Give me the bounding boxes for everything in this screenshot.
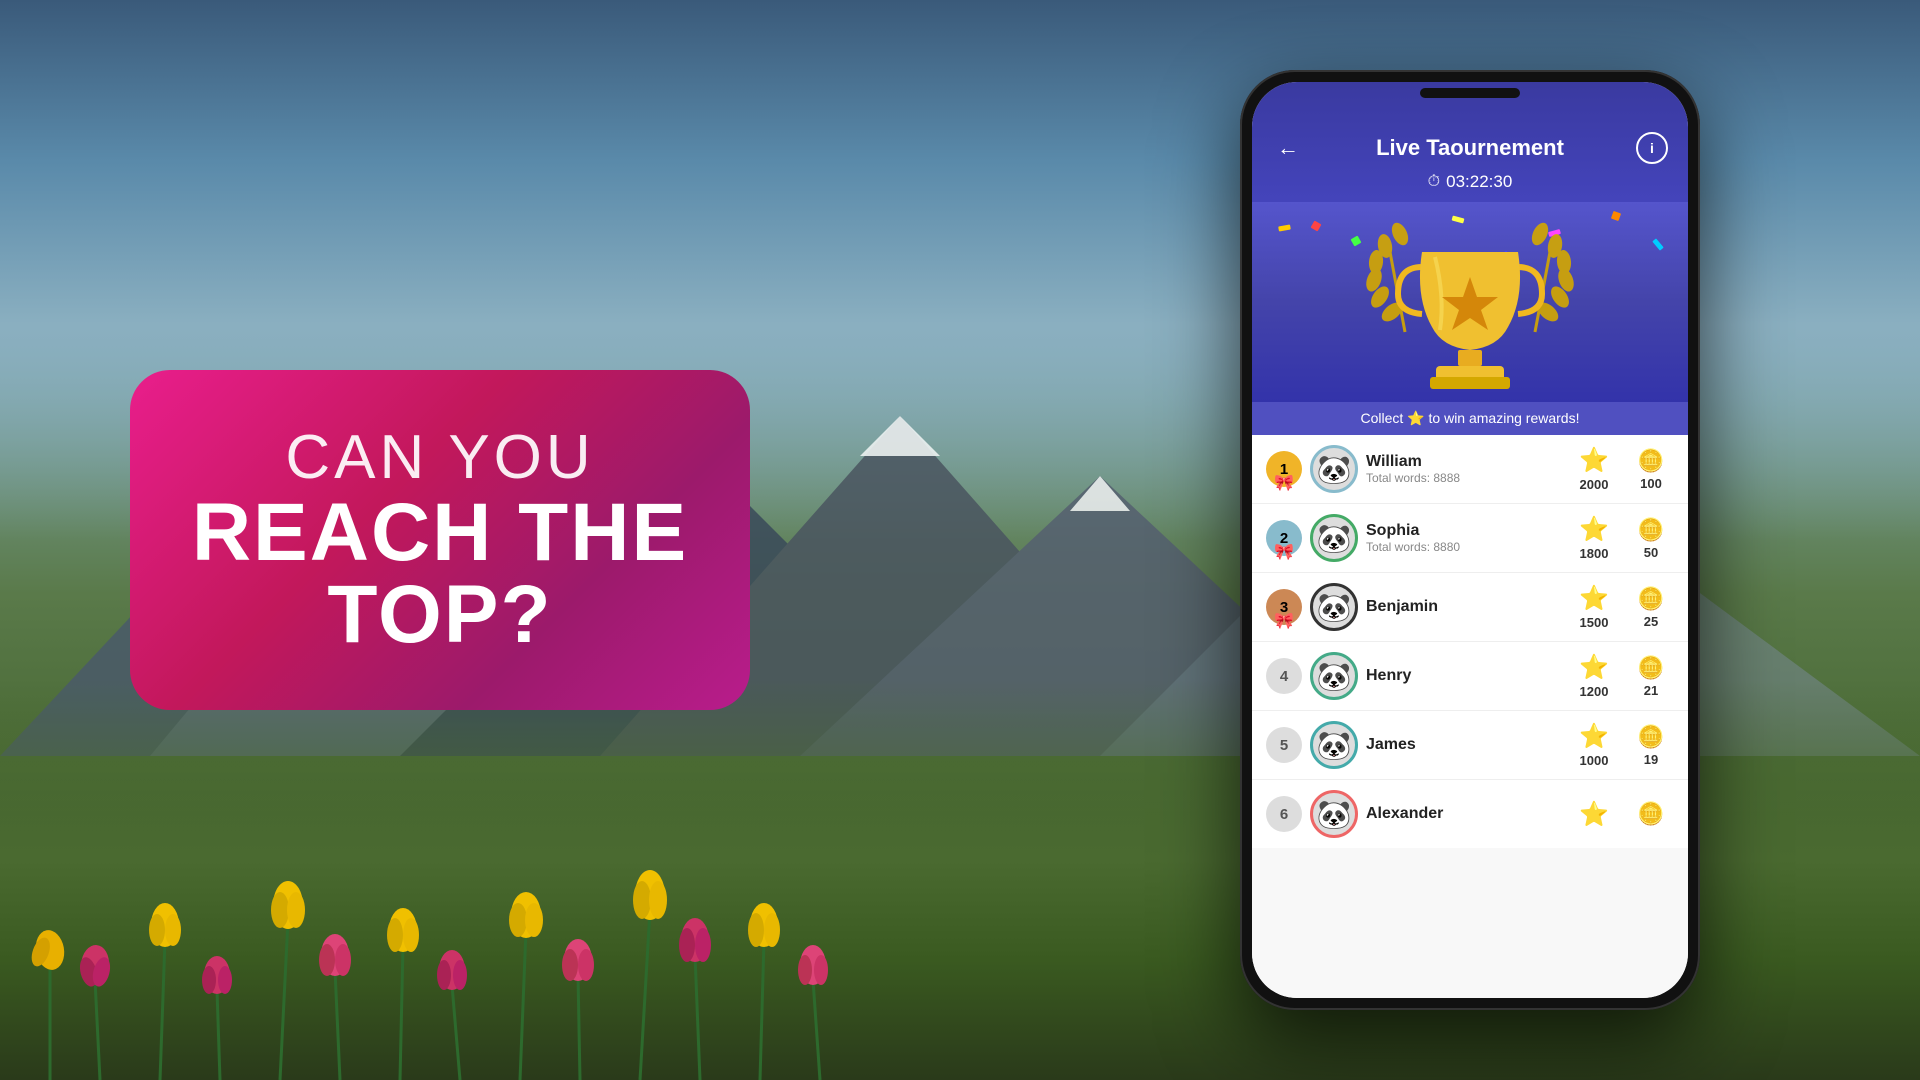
coins-area-6: 🪙 [1628,801,1674,827]
confetti-1 [1311,221,1322,232]
star-icon-4: ⭐ [1579,653,1609,682]
leaderboard-row-1: 1 🎀 🐼 William Total words: 8888 ⭐ 2000 🪙 [1252,435,1688,504]
player-info-5: James [1366,736,1560,754]
coin-num-3: 25 [1644,614,1658,629]
coin-num-2: 50 [1644,545,1658,560]
leaderboard: 1 🎀 🐼 William Total words: 8888 ⭐ 2000 🪙 [1252,435,1688,998]
coins-area-5: 🪙 19 [1628,724,1674,767]
avatar-6: 🐼 [1310,790,1358,838]
ribbon-2: 🎀 [1274,542,1294,562]
player-info-6: Alexander [1366,805,1560,823]
leaderboard-row-6: 6 🐼 Alexander ⭐ 🪙 [1252,780,1688,848]
score-num-2: 1800 [1580,546,1609,561]
leaderboard-row-4: 4 🐼 Henry ⭐ 1200 🪙 21 [1252,642,1688,711]
leaderboard-row-5: 5 🐼 James ⭐ 1000 🪙 19 [1252,711,1688,780]
score-num-4: 1200 [1580,684,1609,699]
coin-num-5: 19 [1644,752,1658,767]
player-name-5: James [1366,736,1560,754]
star-icon-5: ⭐ [1579,722,1609,751]
star-icon-1: ⭐ [1579,446,1609,475]
player-info-3: Benjamin [1366,598,1560,616]
score-area-3: ⭐ 1500 [1568,584,1620,630]
phone-wrapper: ← Live Taournement i ⏱ 03:22:30 [1240,70,1700,1010]
info-button[interactable]: i [1636,132,1668,164]
promo-line1: CAN YOU [285,424,594,492]
phone-notch [1420,88,1520,98]
coin-num-1: 100 [1640,476,1662,491]
player-words-2: Total words: 8880 [1366,540,1560,554]
score-area-2: ⭐ 1800 [1568,515,1620,561]
score-num-1: 2000 [1580,477,1609,492]
trophy-area [1252,202,1688,402]
score-num-5: 1000 [1580,753,1609,768]
player-info-4: Henry [1366,667,1560,685]
avatar-2: 🐼 [1310,514,1358,562]
timer-row: ⏱ 03:22:30 [1272,172,1668,202]
confetti-8 [1278,224,1291,231]
rank-badge-5: 5 [1266,727,1302,763]
player-name-4: Henry [1366,667,1560,685]
coin-stack-6: 🪙 [1637,801,1664,827]
collect-banner: Collect ⭐ to win amazing rewards! [1252,402,1688,435]
rank-badge-1: 1 🎀 [1266,451,1302,487]
phone-frame: ← Live Taournement i ⏱ 03:22:30 [1240,70,1700,1010]
player-name-3: Benjamin [1366,598,1560,616]
coins-area-3: 🪙 25 [1628,586,1674,629]
ribbon-3: 🎀 [1274,611,1294,631]
coin-num-4: 21 [1644,683,1658,698]
coin-stack-3: 🪙 [1637,586,1664,612]
rank-badge-2: 2 🎀 [1266,520,1302,556]
leaderboard-row-2: 2 🎀 🐼 Sophia Total words: 8880 ⭐ 1800 🪙 [1252,504,1688,573]
player-info-1: William Total words: 8888 [1366,453,1560,485]
rank-badge-3: 3 🎀 [1266,589,1302,625]
app-title: Live Taournement [1304,135,1636,161]
coin-stack-4: 🪙 [1637,655,1664,681]
score-area-5: ⭐ 1000 [1568,722,1620,768]
star-icon-6: ⭐ [1579,800,1609,829]
coins-area-2: 🪙 50 [1628,517,1674,560]
score-area-6: ⭐ [1568,800,1620,829]
avatar-5: 🐼 [1310,721,1358,769]
app-header: ← Live Taournement i ⏱ 03:22:30 [1252,82,1688,202]
player-info-2: Sophia Total words: 8880 [1366,522,1560,554]
timer-value: 03:22:30 [1446,172,1512,192]
promo-line2: REACH THE TOP? [170,492,710,656]
app-header-top: ← Live Taournement i [1272,132,1668,164]
score-area-4: ⭐ 1200 [1568,653,1620,699]
star-icon-3: ⭐ [1579,584,1609,613]
score-area-1: ⭐ 2000 [1568,446,1620,492]
coin-stack-1: 🪙 [1637,448,1664,474]
coins-area-4: 🪙 21 [1628,655,1674,698]
player-name-2: Sophia [1366,522,1560,540]
coin-stack-5: 🪙 [1637,724,1664,750]
ribbon-1: 🎀 [1274,473,1294,493]
coins-area-1: 🪙 100 [1628,448,1674,491]
confetti-6 [1611,211,1621,221]
rank-number-5: 5 [1280,737,1288,754]
score-num-3: 1500 [1580,615,1609,630]
rank-badge-4: 4 [1266,658,1302,694]
avatar-1: 🐼 [1310,445,1358,493]
confetti-7 [1652,238,1664,250]
phone-screen: ← Live Taournement i ⏱ 03:22:30 [1252,82,1688,998]
promo-card: CAN YOU REACH THE TOP? [130,370,750,710]
coin-stack-2: 🪙 [1637,517,1664,543]
trophy-svg [1350,222,1590,397]
rank-badge-6: 6 [1266,796,1302,832]
player-words-1: Total words: 8888 [1366,471,1560,485]
avatar-3: 🐼 [1310,583,1358,631]
avatar-4: 🐼 [1310,652,1358,700]
back-button[interactable]: ← [1272,132,1304,164]
rank-number-4: 4 [1280,668,1288,685]
rank-number-6: 6 [1280,806,1288,823]
player-name-1: William [1366,453,1560,471]
leaderboard-row-3: 3 🎀 🐼 Benjamin ⭐ 1500 🪙 25 [1252,573,1688,642]
player-name-6: Alexander [1366,805,1560,823]
star-icon-2: ⭐ [1579,515,1609,544]
timer-icon: ⏱ [1428,173,1440,191]
